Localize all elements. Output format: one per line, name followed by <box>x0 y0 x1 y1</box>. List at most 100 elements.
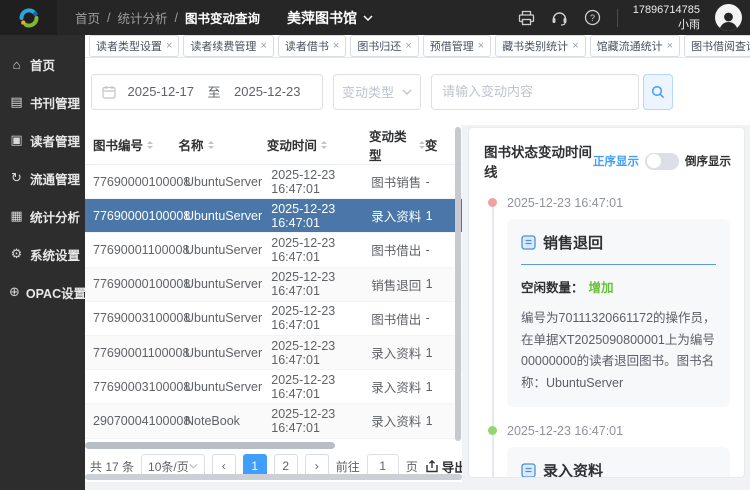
tab-close-icon[interactable]: × <box>478 41 484 52</box>
tab-close-icon[interactable]: × <box>333 41 339 52</box>
table-row[interactable]: 77690003100008UbuntuServer2025-12-23 16:… <box>85 302 462 336</box>
change-content-input[interactable] <box>431 74 639 110</box>
tab-reader-renewal[interactable]: 读者续费管理× <box>183 35 273 57</box>
timeline-dot-icon <box>488 426 497 435</box>
breadcrumb-stats[interactable]: 统计分析 <box>118 8 168 27</box>
table-row[interactable]: 77690000100008UbuntuServer2025-12-23 16:… <box>85 268 462 302</box>
timeline-description: 编号为70111320661172的操作员，在单据XT2025090800001… <box>521 308 716 394</box>
tab-label: 图书借阅查询 <box>691 38 750 54</box>
tab-pre-borrow[interactable]: 预借管理× <box>423 35 491 57</box>
bottom-scrollbar-thumb[interactable] <box>85 474 462 480</box>
cell-time: 2025-12-23 16:47:01 <box>271 304 371 332</box>
sidebar-item-statistics[interactable]: ▦统计分析 <box>0 197 85 235</box>
export-excel-button[interactable]: 导出ex <box>425 457 462 476</box>
tab-close-icon[interactable]: × <box>405 41 411 52</box>
home-icon: ⌂ <box>9 57 24 72</box>
search-button[interactable] <box>643 74 673 110</box>
filter-bar: 2025-12-17 至 2025-12-23 变动类型 <box>85 58 750 125</box>
cell-book-id: 77690000100008 <box>85 277 185 291</box>
printer-icon[interactable] <box>518 9 536 27</box>
column-header-change-type[interactable]: 变动类型 <box>369 126 425 164</box>
vertical-scrollbar-thumb[interactable] <box>455 127 461 441</box>
timeline: 2025-12-23 16:47:01 销售退回 空闲数量：增加 编号为7011… <box>469 190 744 478</box>
tab-close-icon[interactable]: × <box>166 41 172 52</box>
sidebar-item-circulation[interactable]: ↻流通管理 <box>0 159 85 197</box>
change-type-select[interactable]: 变动类型 <box>333 74 421 110</box>
avatar[interactable] <box>715 4 742 31</box>
horizontal-scrollbar-thumb[interactable] <box>85 442 335 449</box>
globe-icon: ⊕ <box>9 284 20 300</box>
timeline-timestamp: 2025-12-23 16:47:01 <box>507 424 730 438</box>
timeline-card[interactable]: 销售退回 空闲数量：增加 编号为70111320661172的操作员，在单据XT… <box>507 219 730 407</box>
cell-type: 录入资料 <box>371 343 425 362</box>
cell-time: 2025-12-23 16:47:01 <box>271 236 371 264</box>
column-header-book-id[interactable]: 图书编号 <box>85 135 179 154</box>
calendar-icon <box>102 85 116 99</box>
breadcrumb-home[interactable]: 首页 <box>75 8 100 27</box>
cell-book-id: 29070004100008 <box>85 414 185 428</box>
sidebar-item-books[interactable]: ▤书刊管理 <box>0 83 85 121</box>
sidebar-item-opac-settings[interactable]: ⊕OPAC设置 <box>0 273 85 311</box>
cell-name: UbuntuServer <box>185 175 271 189</box>
column-header-name[interactable]: 名称 <box>179 135 267 154</box>
tab-close-icon[interactable]: × <box>667 41 673 52</box>
tab-book-return[interactable]: 图书归还× <box>350 35 418 57</box>
tab-borrow-query[interactable]: 图书借阅查询× <box>684 35 750 57</box>
sort-caret-icon[interactable] <box>321 138 327 152</box>
goto-unit: 页 <box>406 458 418 475</box>
table-row-selected[interactable]: 77690000100008UbuntuServer2025-12-23 16:… <box>85 199 462 233</box>
top-bar: 首页 / 统计分析 / 图书变动查询 美萍图书馆 ? 17896714785 小… <box>0 0 750 35</box>
column-label: 图书编号 <box>93 135 143 154</box>
cell-type: 销售退回 <box>371 275 425 294</box>
page-size-value: 10条/页 <box>148 458 189 475</box>
export-icon <box>425 460 439 473</box>
cell-name: UbuntuServer <box>185 380 271 394</box>
card-divider <box>521 264 716 265</box>
column-label: 变动类型 <box>369 126 415 164</box>
cell-name: UbuntuServer <box>185 346 271 360</box>
sort-caret-icon[interactable] <box>147 138 153 152</box>
date-range-picker[interactable]: 2025-12-17 至 2025-12-23 <box>91 74 323 110</box>
sort-caret-icon[interactable] <box>208 138 214 152</box>
cell-book-id: 77690000100008 <box>85 209 185 223</box>
order-toggle-switch[interactable] <box>645 153 679 170</box>
tab-label: 读者类型设置 <box>96 38 162 54</box>
user-phone: 17896714785 <box>633 3 700 17</box>
main-content: 2025-12-17 至 2025-12-23 变动类型 图书编号 名称 变动时… <box>85 58 750 490</box>
support-headset-icon[interactable] <box>551 9 569 27</box>
sidebar-item-readers[interactable]: ▣读者管理 <box>0 121 85 159</box>
book-change-table-card: 图书编号 名称 变动时间 变动类型 变 77690000100008Ubuntu… <box>85 125 462 482</box>
tab-reader-type-settings[interactable]: 读者类型设置 × <box>89 35 179 57</box>
tab-circulation-stats[interactable]: 馆藏流通统计× <box>590 35 680 57</box>
tab-bar: 读者类型设置 × 读者续费管理× 读者借书× 图书归还× 预借管理× 藏书类别统计… <box>85 35 750 58</box>
ascending-order-label[interactable]: 正序显示 <box>593 153 639 169</box>
table-row[interactable]: 77690001100008UbuntuServer2025-12-23 16:… <box>85 233 462 267</box>
tab-label: 藏书类别统计 <box>502 38 568 54</box>
timeline-card[interactable]: 录入资料 空闲数量：增加 <box>507 447 730 478</box>
table-row[interactable]: 77690003100008UbuntuServer2025-12-23 16:… <box>85 370 462 404</box>
circulation-icon: ↻ <box>9 170 24 186</box>
date-from-value[interactable]: 2025-12-17 <box>116 84 206 99</box>
help-icon[interactable]: ? <box>584 9 602 27</box>
document-icon <box>521 235 536 250</box>
column-header-change-time[interactable]: 变动时间 <box>267 135 369 154</box>
tab-collection-category-stats[interactable]: 藏书类别统计 × <box>495 35 585 57</box>
sidebar-item-label: 书刊管理 <box>30 93 80 112</box>
sidebar-item-home[interactable]: ⌂首页 <box>0 45 85 83</box>
tab-reader-borrow[interactable]: 读者借书× <box>278 35 346 57</box>
descending-order-label[interactable]: 倒序显示 <box>685 153 731 169</box>
cell-time: 2025-12-23 16:47:01 <box>271 168 371 196</box>
table-row[interactable]: 29070004100008NoteBook2025-12-23 16:47:0… <box>85 404 462 438</box>
tab-close-icon[interactable]: × <box>572 41 578 52</box>
library-title-dropdown[interactable]: 美萍图书馆 <box>287 0 373 35</box>
table-row[interactable]: 77690001100008UbuntuServer2025-12-23 16:… <box>85 336 462 370</box>
search-icon <box>651 85 665 99</box>
timeline-item: 2025-12-23 16:47:01 销售退回 空闲数量：增加 编号为7011… <box>507 196 730 407</box>
divider <box>617 9 618 27</box>
table-row[interactable]: 77690000100008UbuntuServer2025-12-23 16:… <box>85 165 462 199</box>
tab-close-icon[interactable]: × <box>260 41 266 52</box>
date-to-value[interactable]: 2025-12-23 <box>223 84 313 99</box>
cell-type: 图书销售 <box>371 172 425 191</box>
sidebar-item-system-settings[interactable]: ⚙系统设置 <box>0 235 85 273</box>
cell-time: 2025-12-23 16:47:01 <box>271 407 371 435</box>
